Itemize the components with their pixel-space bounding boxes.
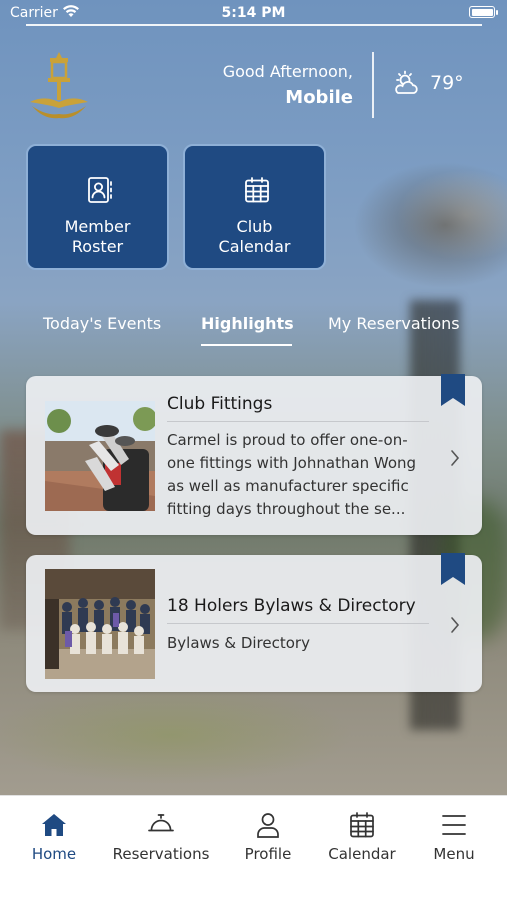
nav-reservations-label: Reservations (112, 845, 210, 863)
nav-calendar-label: Calendar (328, 845, 396, 863)
nav-calendar[interactable]: Calendar (324, 811, 400, 863)
battery-tip (496, 10, 498, 15)
nav-menu-label: Menu (433, 845, 475, 863)
chevron-right-icon (451, 617, 460, 633)
tile-label-line: Club (236, 217, 273, 236)
bookmark-icon[interactable] (441, 374, 465, 406)
battery-icon (469, 6, 495, 18)
tab-todays-events[interactable]: Today's Events (43, 314, 161, 333)
temperature-label: 79° (430, 72, 464, 94)
person-icon (257, 813, 279, 838)
card-divider (167, 623, 429, 624)
header-divider (372, 52, 374, 118)
status-divider (26, 24, 482, 26)
bell-icon (148, 814, 174, 832)
member-roster-tile[interactable]: Member Roster (26, 144, 169, 270)
chevron-right-icon (451, 450, 460, 466)
member-roster-icon (88, 177, 112, 203)
club-fittings-image (45, 401, 155, 511)
nav-home-label: Home (31, 845, 77, 863)
bookmark-icon[interactable] (441, 553, 465, 585)
group-photo-image (45, 569, 155, 679)
hamburger-menu-icon (442, 815, 466, 835)
club-calendar-tile[interactable]: Club Calendar (183, 144, 326, 270)
greeting-block: Good Afternoon, Mobile (223, 62, 353, 108)
tab-highlights[interactable]: Highlights (201, 314, 294, 333)
tile-label-line: Roster (71, 237, 124, 256)
club-logo-icon[interactable] (26, 50, 92, 120)
nav-profile[interactable]: Profile (238, 811, 298, 863)
tile-label-line: Member (64, 217, 131, 236)
card-divider (167, 421, 429, 422)
user-name: Mobile (285, 87, 353, 108)
nav-home[interactable]: Home (26, 811, 82, 863)
status-bar: Carrier 5:14 PM (0, 0, 507, 28)
club-calendar-label: Club Calendar (185, 217, 324, 257)
bottom-tab-bar: Home Reservations Profile Calendar Menu (0, 795, 507, 900)
card-description: Bylaws & Directory (167, 634, 310, 652)
highlight-card[interactable]: Club Fittings Carmel is proud to offer o… (26, 374, 482, 535)
calendar-icon (350, 812, 374, 838)
card-description: Carmel is proud to offer one-on-one fitt… (167, 431, 417, 518)
tile-label-line: Calendar (218, 237, 291, 256)
clock-time: 5:14 PM (221, 5, 286, 21)
active-tab-indicator (201, 344, 292, 346)
partly-cloudy-icon (395, 70, 418, 94)
nav-reservations[interactable]: Reservations (110, 811, 212, 863)
home-icon (42, 814, 66, 836)
tab-my-reservations[interactable]: My Reservations (328, 314, 460, 333)
card-title: 18 Holers Bylaws & Directory (167, 596, 416, 616)
nav-profile-label: Profile (244, 845, 292, 863)
feed-tabs: Today's Events Highlights My Reservation… (0, 310, 507, 350)
highlight-card[interactable]: 18 Holers Bylaws & Directory Bylaws & Di… (26, 553, 482, 692)
card-title: Club Fittings (167, 394, 273, 414)
greeting-text: Good Afternoon, (222, 62, 353, 81)
calendar-icon (245, 177, 269, 203)
nav-menu[interactable]: Menu (426, 811, 482, 863)
member-roster-label: Member Roster (28, 217, 167, 257)
